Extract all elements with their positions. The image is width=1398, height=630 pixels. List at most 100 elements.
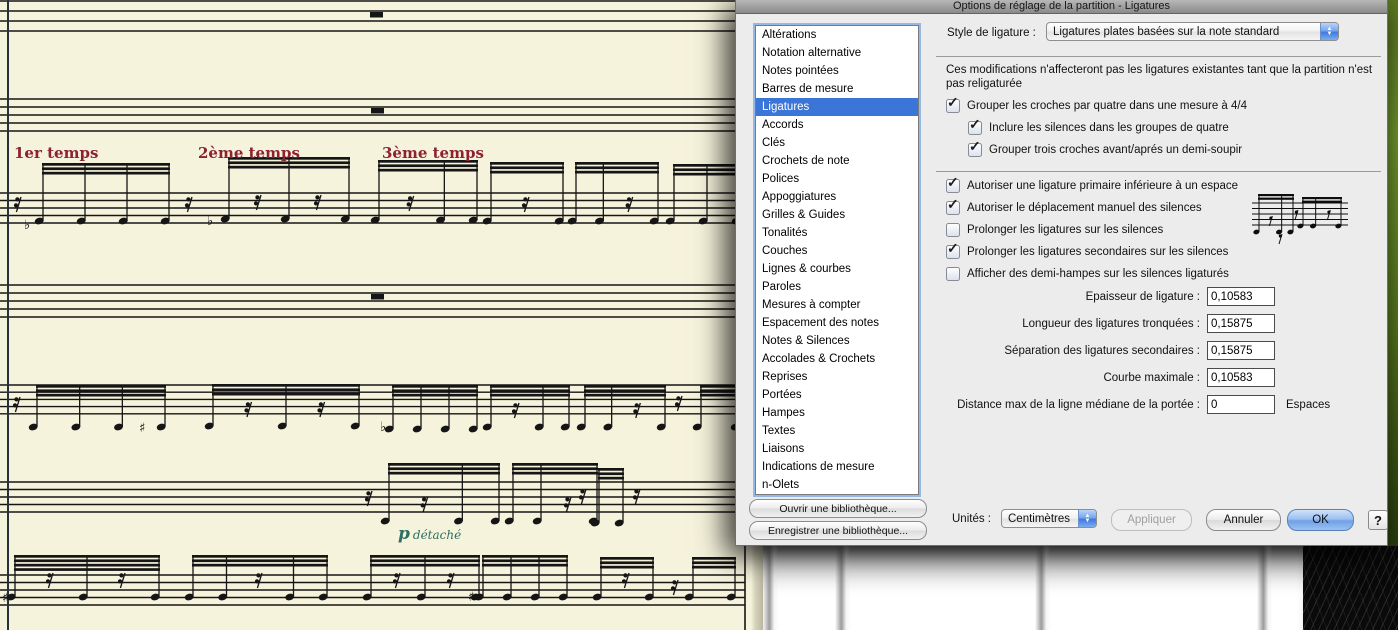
- dialog-title: Options de réglage de la partition - Lig…: [953, 0, 1170, 13]
- category-item[interactable]: n-Olets: [756, 476, 918, 494]
- checkbox[interactable]: ✓: [946, 201, 960, 215]
- field-label: Courbe maximale :: [936, 372, 1200, 384]
- checkbox[interactable]: ✓: [968, 121, 982, 135]
- category-item[interactable]: Lignes & courbes: [756, 260, 918, 278]
- document-options-dialog: Options de réglage de la partition - Lig…: [735, 0, 1388, 546]
- category-item[interactable]: Tonalités: [756, 224, 918, 242]
- category-item[interactable]: Textes: [756, 422, 918, 440]
- category-list[interactable]: AltérationsNotation alternativeNotes poi…: [755, 25, 919, 495]
- units-label: Unités :: [952, 513, 991, 525]
- category-item[interactable]: Reprises: [756, 368, 918, 386]
- beam-measurement-fields: Epaisseur de ligature : Longueur des liga…: [936, 283, 1356, 418]
- beat-label: 3ème temps: [382, 144, 484, 162]
- svg-text:♭: ♭: [207, 214, 213, 229]
- field-input[interactable]: [1207, 314, 1275, 333]
- rebeam-info-text: Ces modifications n'affecteront pas les …: [946, 63, 1391, 91]
- help-button[interactable]: ?: [1368, 510, 1388, 530]
- page-separator: [763, 546, 779, 630]
- beam-style-label: Style de ligature :: [947, 27, 1036, 39]
- category-item[interactable]: Indications de mesure: [756, 458, 918, 476]
- units-popup[interactable]: Centimètres ▲▼: [1001, 509, 1097, 528]
- music-notation: ♭♭♯♭♯♯: [0, 0, 763, 630]
- category-item[interactable]: Paroles: [756, 278, 918, 296]
- checkbox-label: Autoriser le déplacement manuel des sile…: [967, 202, 1202, 214]
- score-pages-below: [763, 546, 1303, 630]
- save-library-button[interactable]: Enregistrer une bibliothèque...: [749, 521, 927, 540]
- category-item[interactable]: Accords: [756, 116, 918, 134]
- category-item[interactable]: Crochets de note: [756, 152, 918, 170]
- field-suffix: Espaces: [1286, 399, 1330, 411]
- category-item[interactable]: Appoggiatures: [756, 188, 918, 206]
- beam-style-popup[interactable]: Ligatures plates basées sur la note stan…: [1046, 22, 1339, 41]
- page-separator: [1035, 546, 1051, 630]
- checkbox[interactable]: ✓: [946, 99, 960, 113]
- field-input[interactable]: [1207, 368, 1275, 387]
- category-item[interactable]: Liaisons: [756, 440, 918, 458]
- field-input[interactable]: [1207, 395, 1275, 414]
- category-item[interactable]: Barres de mesure: [756, 80, 918, 98]
- cancel-button[interactable]: Annuler: [1206, 509, 1281, 531]
- svg-text:♯: ♯: [139, 421, 145, 436]
- checkbox-row[interactable]: Afficher des demi-hampes sur les silence…: [946, 265, 1238, 282]
- field-input[interactable]: [1207, 341, 1275, 360]
- units-value: Centimètres: [1002, 513, 1078, 525]
- checkbox[interactable]: [946, 223, 960, 237]
- svg-text:♭: ♭: [24, 218, 30, 233]
- category-item[interactable]: Accolades & Crochets: [756, 350, 918, 368]
- checkmark-icon: ✓: [969, 138, 981, 155]
- category-item[interactable]: Notes & Silences: [756, 332, 918, 350]
- checkbox[interactable]: [946, 267, 960, 281]
- beam-grouping-options: ✓Grouper les croches par quatre dans une…: [946, 97, 1247, 163]
- category-item[interactable]: Hampes: [756, 404, 918, 422]
- open-library-button[interactable]: Ouvrir une bibliothèque...: [749, 499, 927, 518]
- checkbox[interactable]: ✓: [946, 179, 960, 193]
- field-input[interactable]: [1207, 287, 1275, 306]
- category-item[interactable]: Notes pointées: [756, 62, 918, 80]
- category-item[interactable]: Ligatures: [756, 98, 918, 116]
- beam-behavior-options: ✓ Autoriser une ligature primaire inférie…: [946, 177, 1238, 287]
- beat-label: 1er temps: [14, 144, 98, 162]
- ok-button[interactable]: OK: [1287, 509, 1354, 531]
- category-item[interactable]: Mesures à compter: [756, 296, 918, 314]
- apply-button[interactable]: Appliquer: [1111, 509, 1192, 531]
- category-item[interactable]: Portées: [756, 386, 918, 404]
- checkbox[interactable]: ✓: [946, 245, 960, 259]
- dialog-titlebar[interactable]: Options de réglage de la partition - Lig…: [736, 0, 1387, 14]
- category-item[interactable]: Polices: [756, 170, 918, 188]
- category-item[interactable]: Espacement des notes: [756, 314, 918, 332]
- checkbox-label: Inclure les silences dans les groupes de…: [989, 122, 1229, 134]
- checkmark-icon: ✓: [947, 174, 959, 191]
- checkbox-row[interactable]: Prolonger les ligatures sur les silences: [946, 221, 1238, 238]
- category-item[interactable]: Grilles & Guides: [756, 206, 918, 224]
- page-separator: [1257, 546, 1273, 630]
- checkbox-row[interactable]: ✓ Autoriser une ligature primaire inférie…: [946, 177, 1238, 194]
- checkbox-row[interactable]: ✓Prolonger les ligatures secondaires sur…: [946, 243, 1238, 260]
- checkbox-row[interactable]: ✓Grouper les croches par quatre dans une…: [946, 97, 1247, 114]
- detache-text: détaché: [413, 528, 461, 542]
- category-item[interactable]: Notation alternative: [756, 44, 918, 62]
- checkbox-row[interactable]: ✓ Inclure les silences dans les groupes d…: [968, 119, 1247, 136]
- checkbox-label: Grouper trois croches avant/aprés un dem…: [989, 144, 1242, 156]
- checkbox-row[interactable]: ✓ Autoriser le déplacement manuel des sil…: [946, 199, 1238, 216]
- category-item[interactable]: Clés: [756, 134, 918, 152]
- dynamic-marking: pdétaché: [398, 524, 461, 544]
- category-item[interactable]: Altérations: [756, 26, 918, 44]
- field-row: Séparation des ligatures secondaires :: [936, 337, 1356, 364]
- popup-stepper-icon: ▲▼: [1078, 510, 1096, 527]
- field-label: Epaisseur de ligature :: [936, 291, 1200, 303]
- checkbox-label: Autoriser une ligature primaire inférieu…: [967, 180, 1238, 192]
- field-label: Distance max de la ligne médiane de la p…: [936, 399, 1200, 411]
- beam-example-image: [1252, 190, 1352, 246]
- checkmark-icon: ✓: [947, 94, 959, 111]
- field-row: Longueur des ligatures tronquées :: [936, 310, 1356, 337]
- checkbox[interactable]: ✓: [968, 143, 982, 157]
- checkmark-icon: ✓: [969, 116, 981, 133]
- checkmark-icon: ✓: [947, 196, 959, 213]
- beam-style-value: Ligatures plates basées sur la note stan…: [1047, 26, 1320, 38]
- piano-dynamic-symbol: p: [398, 524, 410, 544]
- field-row: Distance max de la ligne médiane de la p…: [936, 391, 1356, 418]
- category-item[interactable]: Couches: [756, 242, 918, 260]
- checkbox-row[interactable]: ✓ Grouper trois croches avant/aprés un de…: [968, 141, 1247, 158]
- popup-stepper-icon: ▲▼: [1320, 23, 1338, 40]
- field-label: Longueur des ligatures tronquées :: [936, 318, 1200, 330]
